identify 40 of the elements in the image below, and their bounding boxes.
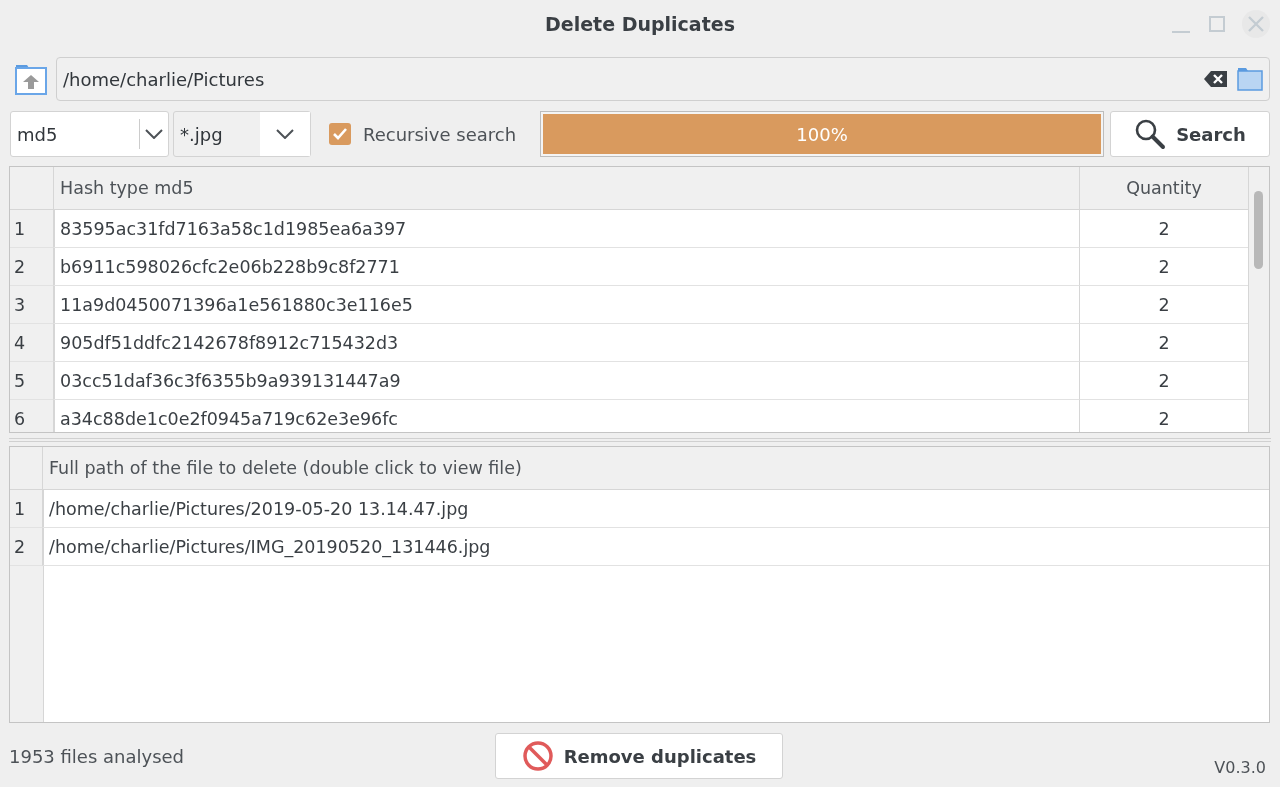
checkbox-label: Recursive search: [363, 123, 517, 145]
progress-text: 100%: [796, 123, 848, 145]
row-number: 1: [10, 490, 43, 528]
version-label: V0.3.0: [1214, 758, 1266, 779]
hash-cell: 11a9d0450071396a1e561880c3e116e5: [54, 286, 1080, 324]
check-icon: [332, 127, 348, 141]
folder-path-field[interactable]: /home/charlie/Pictures: [56, 57, 1270, 101]
hash-cell: 03cc51daf36c3f6355b9a939131447a9: [54, 362, 1080, 400]
close-icon[interactable]: [1242, 10, 1270, 38]
row-number: 3: [10, 286, 54, 324]
prohibited-icon: [521, 740, 554, 772]
column-header[interactable]: Hash type md5: [54, 167, 1080, 209]
status-text: 1953 files analysed: [9, 745, 186, 767]
remove-duplicates-button[interactable]: Remove duplicates: [495, 733, 783, 779]
file-filter-dropdown[interactable]: *.jpg: [173, 111, 311, 157]
hash-cell: 905df51ddfc2142678f8912c715432d3: [54, 324, 1080, 362]
clear-icon[interactable]: [1203, 69, 1229, 89]
folder-icon[interactable]: [1237, 67, 1263, 91]
maximize-icon[interactable]: [1206, 13, 1228, 35]
file-path-cell[interactable]: /home/charlie/Pictures/IMG_20190520_131446.jpg: [43, 528, 1269, 566]
row-number: 5: [10, 362, 54, 400]
row-number: 1: [10, 210, 54, 248]
hash-type-dropdown[interactable]: md5: [10, 111, 169, 157]
search-icon: [1134, 118, 1167, 150]
hash-cell: 83595ac31fd7163a58c1d1985ea6a397: [54, 210, 1080, 248]
window-title: Delete Duplicates: [545, 13, 735, 35]
hash-cell: b6911c598026cfc2e06b228b9c8f2771: [54, 248, 1080, 286]
row-number: 2: [10, 528, 43, 566]
hash-cell: a34c88de1c0e2f0945a719c62e3e96fc: [54, 400, 1080, 432]
recursive-checkbox[interactable]: [329, 123, 351, 145]
row-number: 2: [10, 248, 54, 286]
file-path-cell[interactable]: /home/charlie/Pictures/2019-05-20 13.14.47.jpg: [43, 490, 1269, 528]
search-button[interactable]: Search: [1110, 111, 1270, 157]
folder-up-icon[interactable]: [14, 62, 48, 96]
scrollbar-thumb[interactable]: [1254, 191, 1263, 269]
column-header[interactable]: Quantity: [1080, 167, 1248, 209]
scrollbar[interactable]: [1248, 167, 1269, 432]
chevron-down-icon: [145, 129, 163, 139]
chevron-down-icon: [276, 129, 294, 139]
row-number: 4: [10, 324, 54, 362]
